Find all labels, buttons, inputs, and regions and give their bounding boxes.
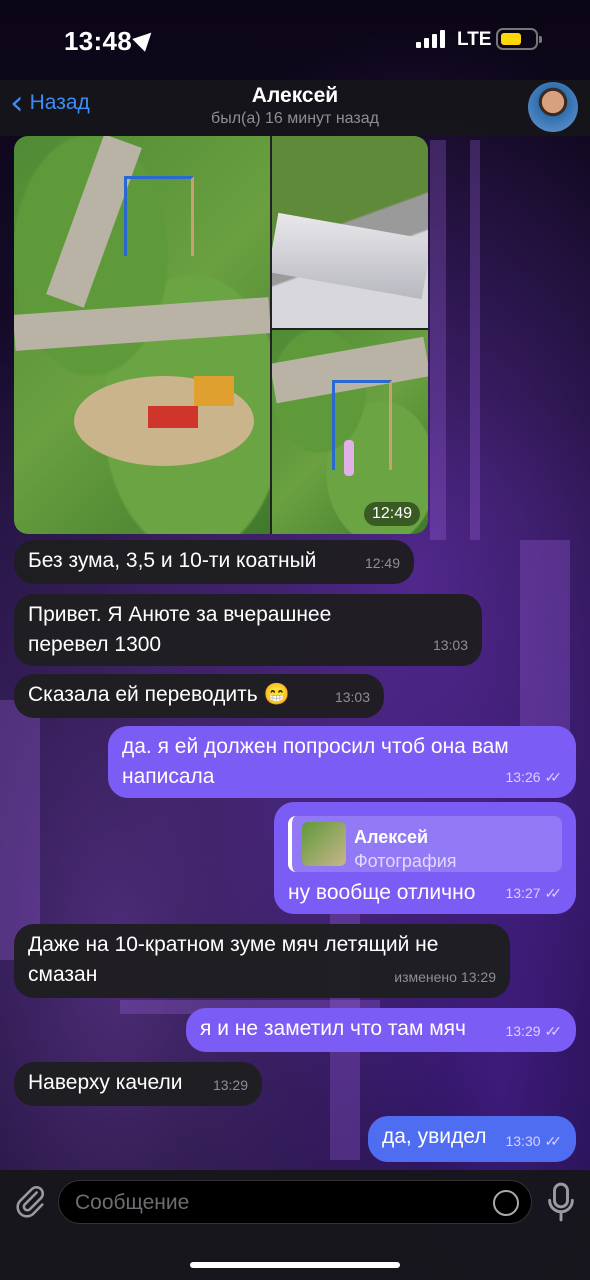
- message-text: Привет. Я Анюте за вчерашнее перевел 130…: [28, 603, 332, 656]
- message-time: 13:29: [212, 1077, 248, 1093]
- message-time: 12:49: [364, 555, 400, 571]
- read-checkmarks-icon: ✓✓: [544, 1023, 563, 1039]
- photo-3[interactable]: 12:49: [272, 330, 428, 534]
- message-text: да. я ей должен попросил чтоб она вам на…: [122, 735, 509, 788]
- photo-album[interactable]: 12:49: [14, 136, 428, 534]
- home-indicator[interactable]: [190, 1262, 400, 1268]
- contact-name[interactable]: Алексей: [0, 84, 590, 108]
- signal-icon: [416, 30, 445, 48]
- message-time: 13:26: [505, 769, 541, 785]
- message-time: 13:03: [334, 689, 370, 705]
- reply-thumbnail: [302, 822, 346, 866]
- message-bubble[interactable]: Наверху качели 13:29: [14, 1062, 262, 1106]
- message-text: Сказала ей переводить 😁: [28, 683, 290, 706]
- message-time: 13:27: [505, 885, 541, 901]
- chat-header: ‹ Назад Алексей был(а) 16 минут назад: [0, 80, 590, 136]
- read-checkmarks-icon: ✓✓: [544, 1133, 563, 1149]
- reply-preview[interactable]: Алексей Фотография: [288, 816, 562, 872]
- message-time: 13:29: [505, 1023, 541, 1039]
- message-text: ну вообще отлично: [288, 881, 476, 904]
- message-bubble[interactable]: Даже на 10-кратном зуме мяч летящий не с…: [14, 924, 510, 998]
- edited-label: изменено: [394, 969, 457, 985]
- message-time: 13:29: [460, 969, 496, 985]
- read-checkmarks-icon: ✓✓: [544, 769, 563, 785]
- attach-icon[interactable]: [14, 1184, 48, 1218]
- message-bubble[interactable]: да, увидел 13:30 ✓✓: [368, 1116, 576, 1162]
- network-type: LTE: [457, 29, 492, 50]
- message-bubble[interactable]: Привет. Я Анюте за вчерашнее перевел 130…: [14, 594, 482, 666]
- status-bar: 13:48 LTE: [0, 0, 590, 80]
- message-input[interactable]: [75, 1189, 475, 1217]
- message-text: я и не заметил что там мяч: [200, 1017, 466, 1040]
- message-time: 13:30: [505, 1133, 541, 1149]
- battery-icon: [496, 28, 542, 50]
- sticker-icon[interactable]: [493, 1190, 519, 1216]
- avatar[interactable]: [528, 82, 578, 132]
- message-bubble[interactable]: Сказала ей переводить 😁 13:03: [14, 674, 384, 718]
- message-text: Наверху качели: [28, 1071, 183, 1094]
- message-text: Без зума, 3,5 и 10-ти коатный: [28, 549, 317, 572]
- message-bubble[interactable]: Алексей Фотография ну вообще отлично 13:…: [274, 802, 576, 914]
- message-text: да, увидел: [382, 1125, 487, 1148]
- message-field[interactable]: [58, 1180, 532, 1224]
- reply-text: Фотография: [354, 851, 457, 871]
- location-arrow-icon: [132, 26, 158, 52]
- status-time: 13:48: [64, 26, 132, 56]
- photo-2[interactable]: [272, 136, 428, 328]
- message-bubble[interactable]: я и не заметил что там мяч 13:29 ✓✓: [186, 1008, 576, 1052]
- last-seen: был(а) 16 минут назад: [211, 110, 379, 127]
- message-text: Даже на 10-кратном зуме мяч летящий не с…: [28, 933, 439, 986]
- read-checkmarks-icon: ✓✓: [544, 885, 563, 901]
- message-bubble[interactable]: Без зума, 3,5 и 10-ти коатный 12:49: [14, 540, 414, 584]
- microphone-icon[interactable]: [548, 1182, 574, 1222]
- photo-1[interactable]: [14, 136, 270, 534]
- message-time: 13:03: [432, 637, 468, 653]
- album-time: 12:49: [363, 502, 420, 526]
- message-bubble[interactable]: да. я ей должен попросил чтоб она вам на…: [108, 726, 576, 798]
